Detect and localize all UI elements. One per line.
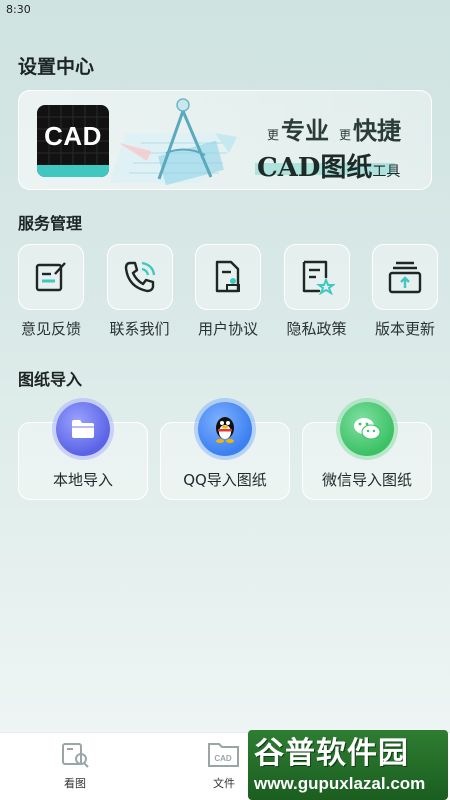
imports-section-title: 图纸导入 (18, 370, 83, 389)
phone-icon (124, 261, 155, 293)
service-tile[interactable] (18, 244, 84, 310)
service-version[interactable]: 版本更新 (366, 244, 444, 339)
slogan-line2-small: 工具 (372, 164, 401, 180)
status-time: 8:30 (6, 3, 31, 16)
banner-slogan-line1: 更专业 更快捷 (267, 111, 401, 146)
nav-label: 看图 (64, 777, 86, 790)
service-label: 联系我们 (109, 320, 170, 338)
services-section-title: 服务管理 (18, 214, 83, 233)
drafting-compass-illustration (111, 98, 237, 186)
slogan-big-2: 快捷 (353, 116, 401, 145)
service-label: 隐私政策 (286, 320, 347, 338)
watermark-text: 谷普软件园 (254, 736, 409, 771)
import-label: QQ导入图纸 (183, 471, 267, 489)
services-grid: 意见反馈 联系我们 用户协议 隐私政策 版本更新 (12, 244, 444, 339)
slogan-line2-big: CAD图纸 (257, 153, 373, 183)
service-tile[interactable] (106, 244, 173, 310)
service-tile[interactable] (283, 244, 350, 310)
watermark-url: www.gupuxlazal.com (254, 774, 426, 793)
service-agreement[interactable]: 用户协议 (189, 244, 267, 339)
import-label: 本地导入 (52, 471, 113, 489)
folder-icon[interactable] (56, 402, 110, 456)
site-watermark: 谷普软件园 www.gupuxlazal.com (248, 730, 448, 800)
promo-banner[interactable]: CAD 更专业 更快捷 CAD图纸工具 (18, 90, 432, 190)
svg-text:CAD: CAD (214, 754, 232, 763)
nav-item-files[interactable]: CAD 文件 (194, 741, 254, 791)
agreement-document-icon (215, 260, 240, 293)
service-feedback[interactable]: 意见反馈 (12, 244, 90, 339)
slogan-big-1: 专业 (280, 116, 329, 145)
view-drawing-icon (62, 743, 89, 768)
page-title: 设置中心 (18, 56, 95, 78)
cad-file-icon: CAD (208, 743, 239, 767)
cad-logo: CAD (37, 105, 109, 177)
service-contact[interactable]: 联系我们 (101, 244, 179, 339)
service-tile[interactable] (195, 244, 261, 310)
service-label: 意见反馈 (20, 320, 81, 338)
feedback-edit-icon (35, 262, 66, 292)
imports-grid: 本地导入 QQ导入图纸 微信导入图纸 (18, 402, 432, 502)
service-label: 用户协议 (197, 320, 258, 338)
service-privacy[interactable]: 隐私政策 (278, 244, 356, 339)
status-bar: 8:30 (0, 0, 450, 20)
import-label: 微信导入图纸 (321, 471, 412, 489)
nav-label: 文件 (213, 777, 235, 790)
privacy-star-icon (302, 260, 335, 295)
version-update-icon (388, 261, 422, 294)
banner-slogan-line2: CAD图纸工具 (257, 147, 400, 184)
service-label: 版本更新 (374, 320, 435, 338)
slogan-small-2: 更 (338, 128, 351, 142)
nav-item-view[interactable]: 看图 (45, 741, 105, 791)
logo-text: CAD (44, 121, 102, 151)
slogan-small-1: 更 (266, 128, 279, 142)
wechat-icon[interactable] (340, 402, 394, 456)
qq-penguin-icon[interactable] (198, 402, 252, 456)
service-tile[interactable] (372, 244, 438, 310)
logo-accent-bar (37, 165, 109, 177)
